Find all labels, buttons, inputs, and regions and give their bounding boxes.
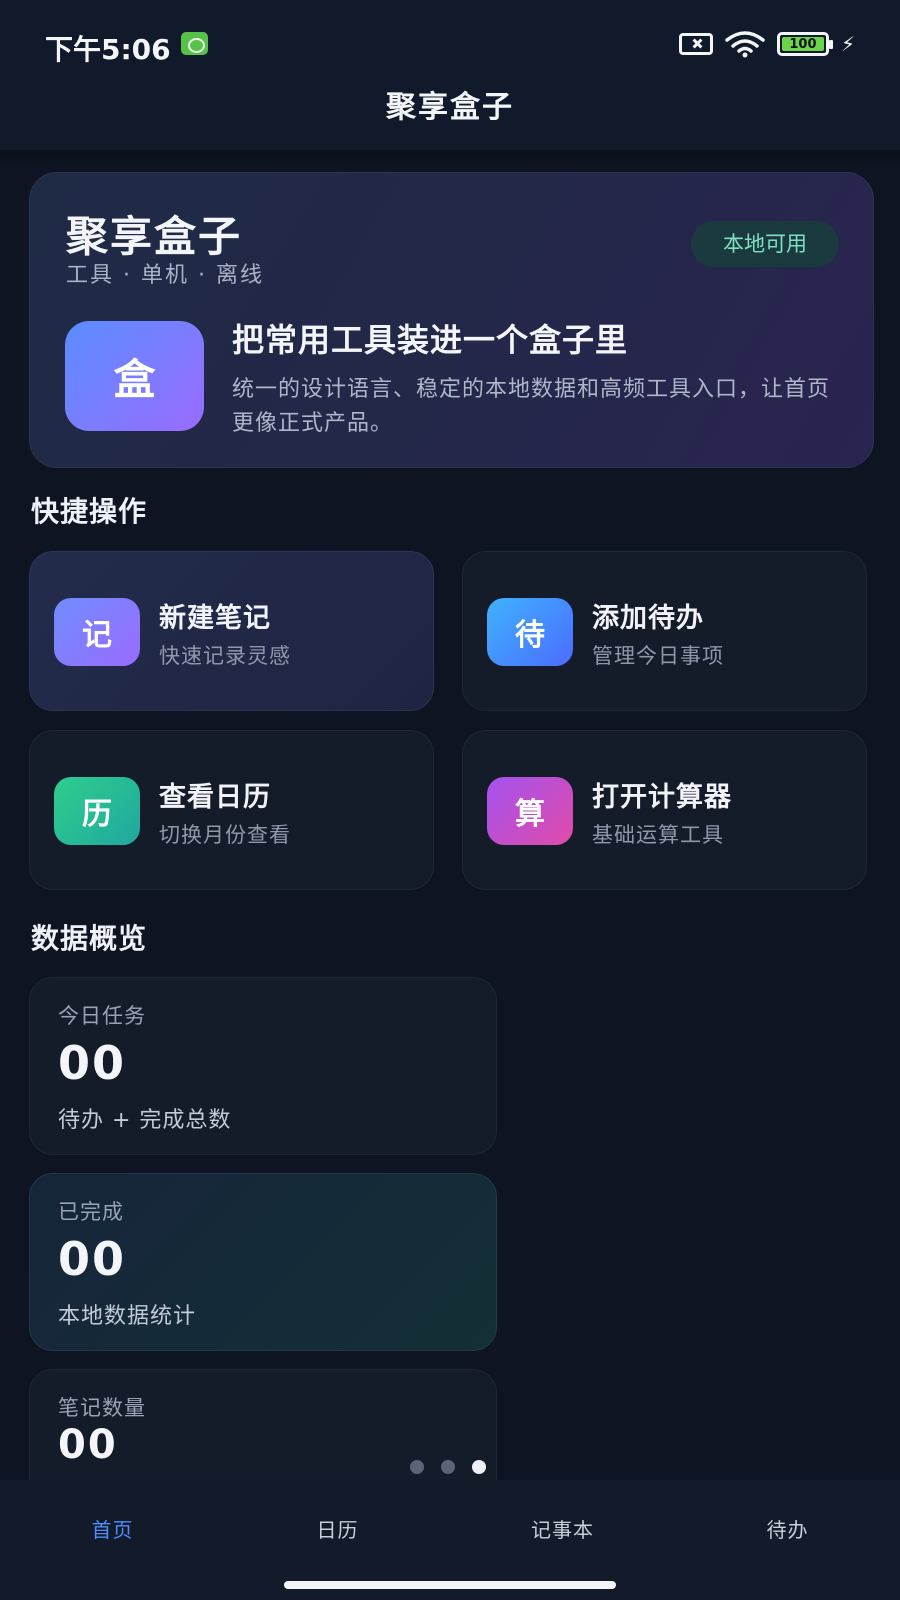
- nav-tab-home[interactable]: 首页: [0, 1480, 225, 1580]
- battery-level: 100: [781, 37, 824, 52]
- stat-label: 笔记数量: [58, 1396, 146, 1420]
- battery-icon: 100: [776, 32, 833, 56]
- calendar-icon: 历: [54, 777, 140, 845]
- pager-dots: [410, 1460, 486, 1474]
- hero-card[interactable]: 聚享盒子 工具 · 单机 · 离线 本地可用 盒 把常用工具装进一个盒子里 统一…: [29, 172, 874, 468]
- open-calculator-button[interactable]: 算 打开计算器 基础运算工具: [462, 730, 867, 890]
- pager-dot[interactable]: [410, 1460, 424, 1474]
- nav-tab-calendar[interactable]: 日历: [225, 1480, 450, 1580]
- action-subtitle: 快速记录灵感: [159, 644, 291, 668]
- pager-dot[interactable]: [441, 1460, 455, 1474]
- action-title: 添加待办: [592, 603, 704, 634]
- nav-tab-notes[interactable]: 记事本: [450, 1480, 675, 1580]
- title-shadow: [0, 150, 900, 166]
- stat-description: 待办 + 完成总数: [58, 1108, 232, 1133]
- view-calendar-button[interactable]: 历 查看日历 切换月份查看: [29, 730, 434, 890]
- stat-value: 00: [58, 1232, 127, 1286]
- status-time: 下午5:06: [45, 33, 171, 66]
- stat-value: 00: [58, 1422, 118, 1468]
- hero-headline: 把常用工具装进一个盒子里: [232, 321, 629, 359]
- stat-card-completed[interactable]: 已完成 00 本地数据统计: [29, 1173, 497, 1351]
- page-title: 聚享盒子: [386, 90, 514, 125]
- box-logo-icon: 盒: [65, 321, 204, 431]
- nav-tab-todo[interactable]: 待办: [675, 1480, 900, 1580]
- hero-description: 统一的设计语言、稳定的本地数据和高频工具入口，让首页更像正式产品。: [232, 377, 831, 436]
- charging-icon: ⚡: [840, 32, 855, 56]
- wifi-icon: [725, 31, 765, 58]
- todo-icon: 待: [487, 598, 573, 666]
- no-sim-icon: [678, 33, 713, 55]
- hero-tags: 工具 · 单机 · 离线: [66, 263, 264, 288]
- action-title: 新建笔记: [159, 603, 271, 634]
- stat-description: 本地数据统计: [58, 1304, 197, 1329]
- quick-actions-title: 快捷操作: [31, 495, 148, 528]
- stat-value: 00: [58, 1036, 127, 1090]
- stat-label: 已完成: [58, 1200, 124, 1224]
- calculator-icon: 算: [487, 777, 573, 845]
- status-badge: 本地可用: [691, 221, 839, 267]
- note-icon: 记: [54, 598, 140, 666]
- title-bar: 聚享盒子: [0, 88, 900, 152]
- action-title: 打开计算器: [592, 782, 732, 813]
- app-notification-icon: [181, 32, 208, 55]
- status-icons: 100 ⚡: [678, 30, 855, 58]
- add-todo-button[interactable]: 待 添加待办 管理今日事项: [462, 551, 867, 711]
- action-subtitle: 基础运算工具: [592, 823, 724, 847]
- app-screen: 下午5:06 100 ⚡ 聚享盒子 聚享盒子 工具 · 单机 · 离线 本地可用…: [0, 0, 900, 1600]
- action-subtitle: 切换月份查看: [159, 823, 291, 847]
- status-bar: 下午5:06 100 ⚡: [0, 0, 900, 88]
- action-title: 查看日历: [159, 782, 271, 813]
- home-indicator[interactable]: [284, 1581, 616, 1589]
- new-note-button[interactable]: 记 新建笔记 快速记录灵感: [29, 551, 434, 711]
- stat-label: 今日任务: [58, 1004, 146, 1028]
- overview-title: 数据概览: [31, 922, 148, 955]
- pager-dot-active[interactable]: [472, 1460, 486, 1474]
- action-subtitle: 管理今日事项: [592, 644, 724, 668]
- hero-title: 聚享盒子: [66, 212, 243, 261]
- stat-card-today-tasks[interactable]: 今日任务 00 待办 + 完成总数: [29, 977, 497, 1155]
